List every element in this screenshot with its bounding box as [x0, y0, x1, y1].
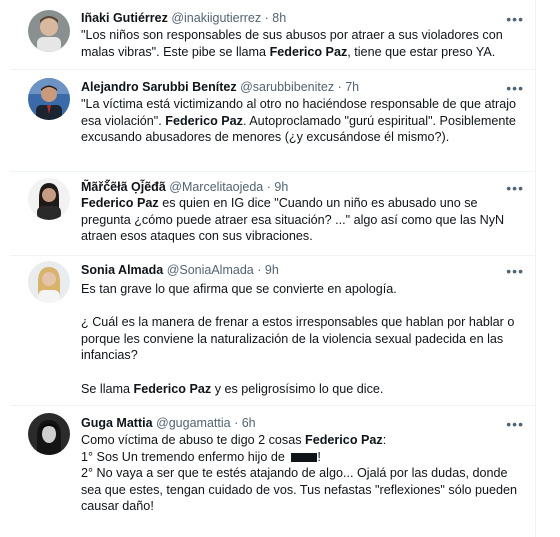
separator: · [264, 11, 269, 25]
tweet[interactable]: Guga Mattia @gugamattia · 6h ••• Como ví… [10, 406, 536, 537]
tweet[interactable]: Sonia Almada @SoniaAlmada · 9h ••• Es ta… [10, 256, 536, 406]
timestamp[interactable]: 7h [345, 80, 359, 94]
tweet-paragraph: Es tan grave lo que afirma que se convie… [81, 281, 526, 298]
tweet-header: M̃ãřč̃ẽłã Ọj̃ẽđã @Marcelitaojeda · 9h [81, 179, 288, 195]
author-handle[interactable]: @sarubbibenitez [240, 80, 334, 94]
right-gutter [536, 0, 560, 537]
timestamp[interactable]: 9h [274, 180, 288, 194]
text-segment: , tiene que estar preso YA. [347, 44, 496, 59]
author-name[interactable]: Sonia Almada [81, 263, 163, 277]
more-options-icon[interactable]: ••• [506, 12, 524, 26]
text-segment: Como víctima de abuso te digo 2 cosas [81, 433, 306, 447]
tweet-paragraph: 1° Sos Un tremendo enfermo hijo de ! [81, 449, 526, 466]
avatar[interactable] [28, 10, 70, 52]
text-segment: Es tan grave lo que afirma que se convie… [81, 282, 397, 296]
author-handle[interactable]: @Marcelitaojeda [169, 180, 263, 194]
tweet-text: Federico Paz es quien en IG dice "Cuando… [81, 195, 526, 245]
text-segment: Se llama [81, 381, 134, 396]
tweet-text: Es tan grave lo que afirma que se convie… [81, 281, 526, 397]
tweet-header: Sonia Almada @SoniaAlmada · 9h [81, 262, 279, 278]
tweet[interactable]: M̃ãřč̃ẽłã Ọj̃ẽđã @Marcelitaojeda · 9h ••… [10, 172, 536, 256]
timestamp[interactable]: 6h [242, 416, 256, 430]
avatar[interactable] [28, 261, 70, 303]
tweet-header: Guga Mattia @gugamattia · 6h [81, 415, 256, 431]
more-options-icon[interactable]: ••• [506, 264, 524, 278]
tweet-paragraph: Como víctima de abuso te digo 2 cosas Fe… [81, 432, 526, 449]
censor-bar [291, 452, 318, 462]
avatar[interactable] [28, 178, 70, 220]
tweet-paragraph: Federico Paz es quien en IG dice "Cuando… [81, 195, 526, 245]
tweet[interactable]: Alejandro Sarubbi Benítez @sarubbibenite… [10, 70, 536, 172]
separator: · [337, 80, 342, 94]
timestamp[interactable]: 9h [265, 263, 279, 277]
text-segment: 2° No vaya a ser que te estés atajando d… [81, 466, 518, 514]
author-name[interactable]: Alejandro Sarubbi Benítez [81, 80, 237, 94]
author-handle[interactable]: @SoniaAlmada [167, 263, 254, 277]
author-name[interactable]: Iñaki Gutiérrez [81, 11, 168, 25]
tweet-paragraph: ¿ Cuál es la manera de frenar a estos ir… [81, 314, 526, 364]
tweet-paragraph: 2° No vaya a ser que te estés atajando d… [81, 465, 526, 515]
text-segment: ¿ Cuál es la manera de frenar a estos ir… [81, 315, 515, 363]
text-segment: 1° Sos Un tremendo enfermo hijo de [81, 449, 289, 464]
tweet-text: Como víctima de abuso te digo 2 cosas Fe… [81, 432, 526, 515]
tweet-text: "Los niños son responsables de sus abuso… [81, 27, 526, 60]
bold-text: Federico Paz [269, 44, 348, 59]
bold-text: Federico Paz [305, 433, 383, 447]
text-segment: : [382, 433, 387, 447]
author-name[interactable]: M̃ãřč̃ẽłã Ọj̃ẽđã [81, 180, 166, 194]
author-handle[interactable]: @gugamattia [156, 416, 231, 430]
text-segment: y es peligrosísimo lo que dice. [211, 381, 384, 396]
avatar[interactable] [28, 78, 70, 120]
separator: · [234, 416, 239, 430]
tweet[interactable]: Iñaki Gutiérrez @inakiigutierrez · 8h ••… [10, 0, 536, 70]
bold-text: Federico Paz [165, 113, 243, 128]
more-options-icon[interactable]: ••• [506, 181, 524, 195]
author-handle[interactable]: @inakiigutierrez [171, 11, 261, 25]
separator: · [266, 180, 271, 194]
bold-text: Federico Paz [81, 196, 159, 210]
tweet-paragraph: "Los niños son responsables de sus abuso… [81, 27, 526, 60]
text-segment: ! [317, 449, 321, 464]
tweet-paragraph: "La víctima está victimizando al otro no… [81, 96, 526, 146]
bold-text: Federico Paz [133, 381, 212, 396]
author-name[interactable]: Guga Mattia [81, 416, 153, 430]
more-options-icon[interactable]: ••• [506, 81, 524, 95]
timestamp[interactable]: 8h [272, 11, 286, 25]
more-options-icon[interactable]: ••• [506, 417, 524, 431]
avatar[interactable] [28, 413, 70, 455]
tweet-header: Alejandro Sarubbi Benítez @sarubbibenite… [81, 79, 359, 95]
tweet-paragraph: Se llama Federico Paz y es peligrosísimo… [81, 381, 526, 398]
timeline: Iñaki Gutiérrez @inakiigutierrez · 8h ••… [0, 0, 536, 537]
tweet-text: "La víctima está victimizando al otro no… [81, 96, 526, 146]
tweet-header: Iñaki Gutiérrez @inakiigutierrez · 8h [81, 10, 286, 26]
separator: · [257, 263, 262, 277]
